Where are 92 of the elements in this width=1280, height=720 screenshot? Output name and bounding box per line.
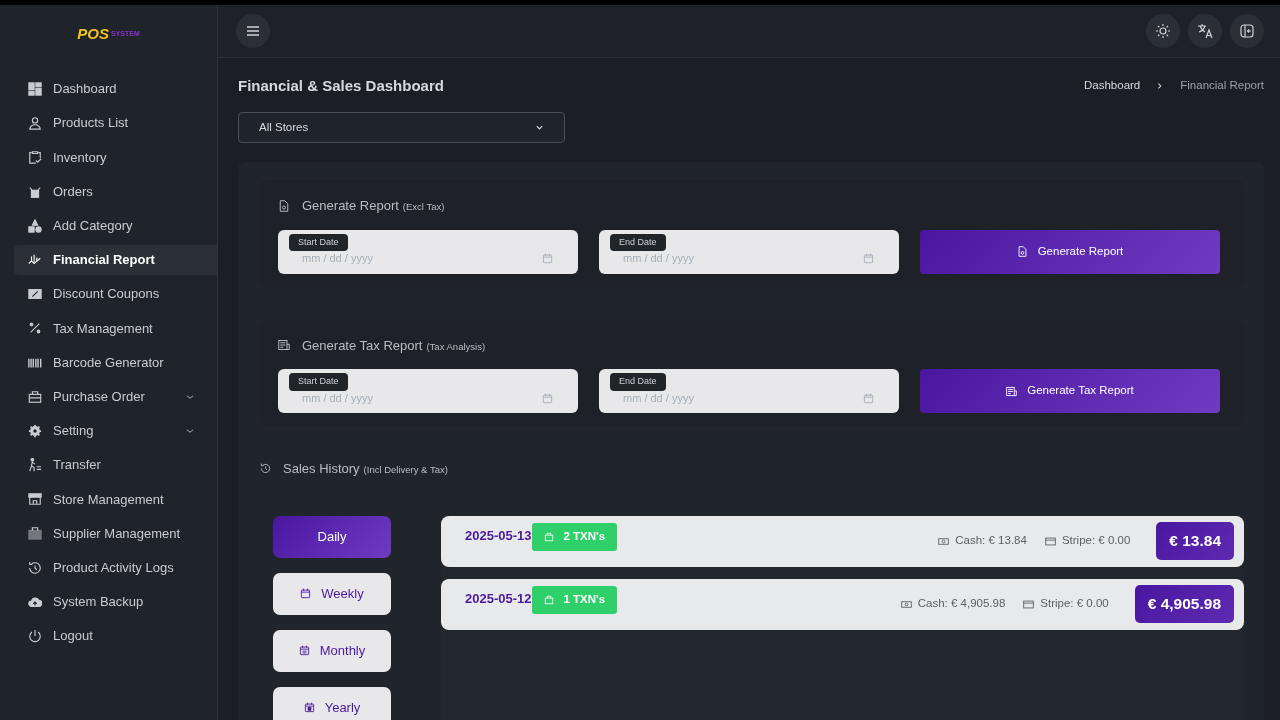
end-date-field[interactable]: End Date mm / dd / yyyy: [599, 369, 899, 413]
start-date-field[interactable]: Start Date mm / dd / yyyy: [278, 369, 578, 413]
section-title: Generate Report (Excl Tax): [302, 197, 445, 215]
clipboard-icon: [28, 150, 42, 165]
period-tab[interactable]: Daily: [273, 515, 391, 558]
sidebar-item[interactable]: Add Category: [14, 210, 217, 241]
history-icon: [260, 463, 271, 475]
card-icon: [1023, 598, 1035, 610]
date-input[interactable]: mm / dd / yyyy: [302, 389, 534, 407]
document-icon: [278, 199, 290, 212]
user-icon: [28, 116, 42, 131]
card-amount: Stripe: € 0.00: [1023, 595, 1109, 613]
sidebar-item[interactable]: Store Management: [14, 484, 217, 515]
sun-button[interactable]: [1146, 14, 1180, 48]
sidebar-item[interactable]: Inventory: [14, 142, 217, 173]
translate-button[interactable]: [1188, 14, 1222, 48]
percent-icon: [28, 321, 42, 336]
sidebar-item[interactable]: System Backup: [14, 586, 217, 617]
box-icon: [28, 184, 42, 199]
sidebar-item[interactable]: Tax Management: [14, 313, 217, 344]
sidebar-item[interactable]: Supplier Management: [14, 518, 217, 549]
package-icon: [28, 526, 42, 541]
translate-icon: [1197, 23, 1213, 39]
shapes-icon: [28, 218, 42, 233]
menu-button[interactable]: [236, 14, 270, 48]
sidebar-item[interactable]: Products List: [14, 108, 217, 139]
gear-icon: [28, 423, 42, 438]
period-tab[interactable]: Monthly: [273, 629, 391, 672]
chevron-down-icon: [535, 123, 544, 132]
transaction-badge: 1 TXN's: [531, 586, 618, 614]
generate-button[interactable]: Generate Report: [920, 229, 1220, 274]
coupon-icon: [28, 287, 42, 302]
sidebar-item[interactable]: Transfer: [14, 450, 217, 481]
date-input[interactable]: mm / dd / yyyy: [302, 250, 534, 267]
generate-button[interactable]: Generate Tax Report: [920, 369, 1220, 413]
period-tab[interactable]: Weekly: [273, 572, 391, 615]
cloud-upload-icon: [28, 594, 42, 609]
field-label: Start Date: [289, 233, 348, 251]
date-text: 2025-05-13: [465, 527, 532, 546]
calendar-icon: [300, 588, 312, 599]
calendar-icon: [298, 645, 310, 656]
cash-icon: [900, 598, 912, 610]
transaction-badge: 2 TXN's: [531, 523, 618, 551]
cash-icon: [938, 535, 950, 547]
grid-icon: [28, 82, 42, 96]
calendar-icon: [303, 702, 315, 713]
store-icon: [28, 492, 42, 507]
sidebar-item[interactable]: Barcode Generator: [14, 347, 217, 378]
document-icon: [1016, 246, 1028, 257]
section-title: Sales History (Incl Delivery & Tax): [283, 460, 448, 478]
total-amount: € 4,905.98: [1134, 585, 1234, 623]
breadcrumb-link[interactable]: Financial Report: [1180, 77, 1264, 95]
calendar-icon: [863, 253, 874, 264]
exit-icon: [1239, 23, 1255, 39]
sidebar-item[interactable]: Purchase Order: [14, 381, 217, 412]
receipt-icon: [278, 339, 290, 352]
period-tab[interactable]: Yearly: [273, 686, 391, 720]
sidebar-item[interactable]: Product Activity Logs: [14, 552, 217, 583]
sidebar-item[interactable]: Financial Report: [14, 244, 217, 275]
walking-person-icon: [28, 458, 42, 473]
card-amount: Stripe: € 0.00: [1044, 532, 1131, 550]
date-input[interactable]: mm / dd / yyyy: [623, 389, 855, 407]
start-date-field[interactable]: Start Date mm / dd / yyyy: [278, 229, 578, 274]
calendar-icon: [542, 392, 553, 404]
power-icon: [28, 629, 42, 643]
end-date-field[interactable]: End Date mm / dd / yyyy: [599, 229, 899, 274]
menu-icon: [245, 23, 261, 39]
field-label: End Date: [610, 373, 666, 391]
sidebar-item[interactable]: Logout: [14, 621, 217, 651]
cash-amount: Cash: € 4,905.98: [900, 595, 1006, 613]
date-input[interactable]: mm / dd / yyyy: [623, 250, 855, 267]
briefcase-icon: [28, 389, 42, 404]
calendar-icon: [542, 253, 553, 264]
breadcrumb-link[interactable]: Dashboard: [1084, 77, 1141, 95]
sidebar-item[interactable]: Setting: [14, 415, 217, 446]
section-title: Generate Tax Report (Tax Analysis): [302, 336, 486, 355]
card-icon: [1044, 535, 1056, 547]
sun-icon: [1155, 23, 1171, 39]
receipt-icon: [1006, 385, 1018, 397]
total-amount: € 13.84: [1156, 522, 1234, 560]
sidebar-item[interactable]: Orders: [14, 176, 217, 207]
page-title: Financial & Sales Dashboard: [238, 77, 444, 95]
cash-amount: Cash: € 13.84: [938, 532, 1027, 550]
field-label: End Date: [610, 233, 666, 251]
history-icon: [28, 560, 42, 575]
store-select[interactable]: All Stores: [238, 112, 565, 143]
calendar-icon: [863, 392, 874, 404]
exit-button[interactable]: [1230, 14, 1264, 48]
field-label: Start Date: [289, 373, 348, 391]
sidebar-item[interactable]: Discount Coupons: [14, 279, 217, 310]
date-text: 2025-05-12: [465, 590, 532, 609]
sidebar-item[interactable]: Dashboard: [14, 74, 217, 104]
